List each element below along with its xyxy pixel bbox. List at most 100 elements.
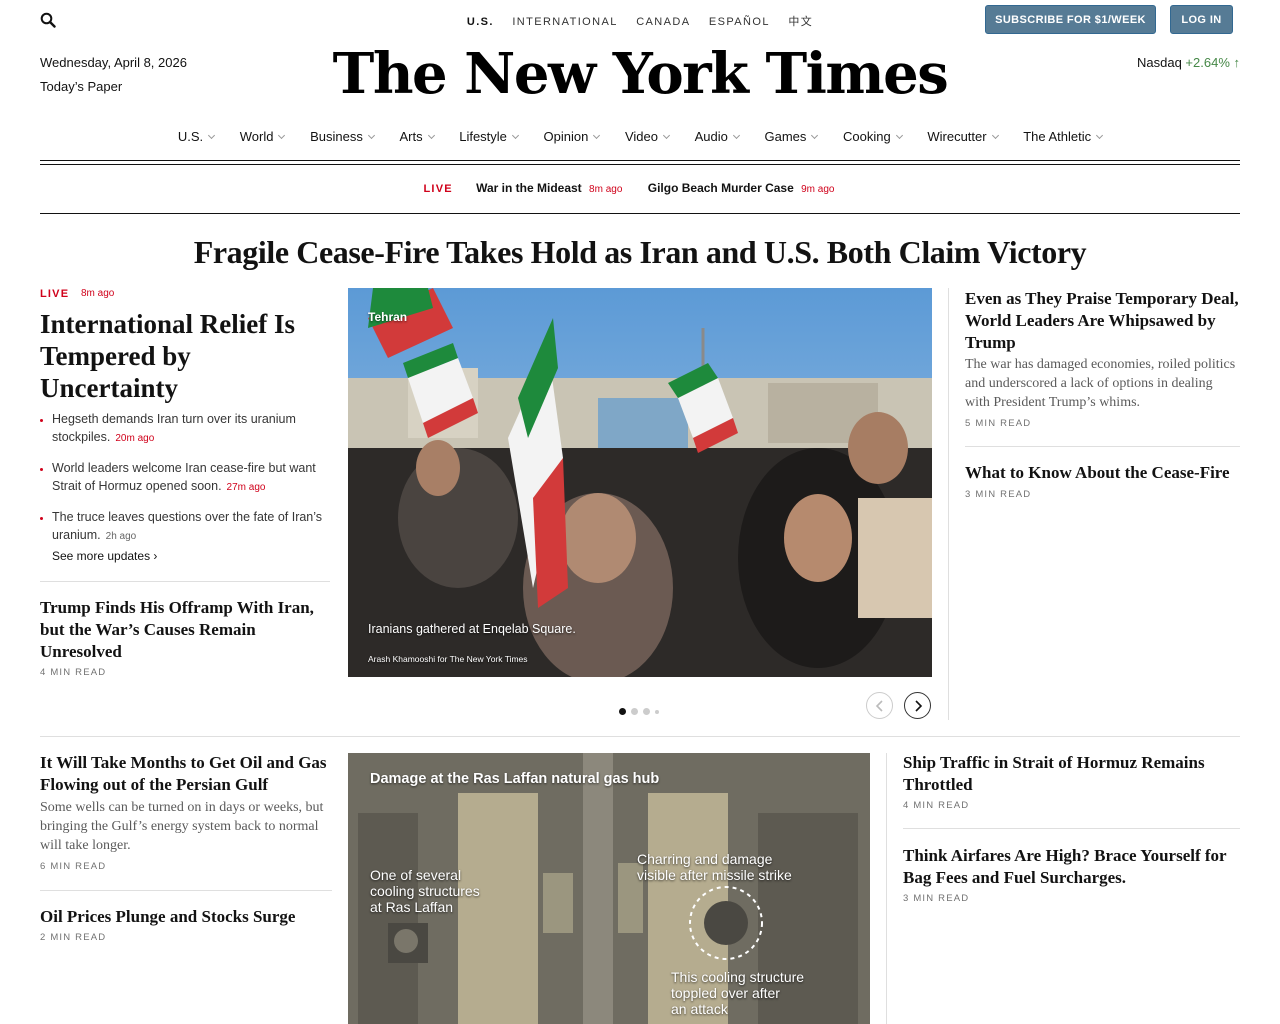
live-strip-item-mideast[interactable]: War in the Mideast — [476, 181, 582, 195]
carousel-pagination[interactable] — [619, 702, 664, 720]
edition-chinese[interactable]: 中文 — [788, 16, 813, 28]
nav-item-world[interactable]: World — [239, 129, 286, 144]
see-more-updates-link[interactable]: See more updates › — [52, 549, 157, 563]
masthead-logo[interactable]: The New York Times — [0, 36, 1280, 112]
chevron-down-icon — [427, 131, 435, 140]
story-headline[interactable]: What to Know About the Cease-Fire — [965, 462, 1240, 484]
chevron-down-icon — [895, 131, 903, 140]
section-nav: U.S. World Business Arts Lifestyle Opini… — [40, 129, 1240, 144]
nasdaq-change: +2.64% ↑ — [1185, 55, 1240, 70]
story-headline[interactable]: Ship Traffic in Strait of Hormuz Remains… — [903, 752, 1240, 796]
update-text: The truce leaves questions over the fate… — [52, 510, 323, 542]
nav-label: Opinion — [543, 129, 589, 144]
lead-photo[interactable] — [348, 288, 932, 677]
carousel-prev-button[interactable] — [866, 692, 893, 719]
login-button[interactable]: LOG IN — [1170, 5, 1233, 34]
live-update-item[interactable]: Hegseth demands Iran turn over its urani… — [40, 410, 330, 448]
edition-canada[interactable]: CANADA — [636, 16, 690, 28]
nav-label: Lifestyle — [459, 129, 507, 144]
live-strip-item-gilgo[interactable]: Gilgo Beach Murder Case — [648, 181, 794, 195]
chevron-down-icon — [811, 131, 819, 140]
read-time: 5 MIN READ — [965, 418, 1032, 429]
carousel-next-button[interactable] — [904, 692, 931, 719]
live-strip-ago: 8m ago — [589, 184, 623, 195]
photo-location-label: Tehran — [368, 310, 408, 324]
nav-label: U.S. — [177, 129, 204, 144]
story-headline[interactable]: Trump Finds His Offramp With Iran, but t… — [40, 597, 330, 663]
story-headline[interactable]: It Will Take Months to Get Oil and Gas F… — [40, 752, 332, 796]
nav-item-business[interactable]: Business — [310, 129, 375, 144]
divider — [903, 828, 1240, 829]
nav-item-cooking[interactable]: Cooking — [843, 129, 903, 144]
market-ticker[interactable]: Nasdaq +2.64% ↑ — [1137, 55, 1240, 70]
nav-label: Games — [764, 129, 807, 144]
nav-label: Cooking — [843, 129, 891, 144]
column-divider — [948, 288, 949, 720]
update-text: Hegseth demands Iran turn over its urani… — [52, 412, 296, 444]
nav-item-lifestyle[interactable]: Lifestyle — [459, 129, 519, 144]
story-headline[interactable]: Think Airfares Are High? Brace Yourself … — [903, 845, 1240, 889]
live-updates-list: Hegseth demands Iran turn over its urani… — [40, 410, 330, 557]
chevron-down-icon — [593, 131, 601, 140]
read-time: 3 MIN READ — [965, 489, 1032, 500]
live-timestamp: 8m ago — [81, 288, 115, 299]
nav-label: Video — [624, 129, 658, 144]
diagram-label: Charring and damage visible after missil… — [637, 851, 792, 883]
chevron-down-icon — [732, 131, 740, 140]
label-line: Charring and damage — [637, 851, 773, 867]
lead-story-headline[interactable]: International Relief Is Tempered by Unce… — [40, 308, 330, 404]
nasdaq-label: Nasdaq — [1136, 55, 1182, 70]
nav-label: Arts — [399, 129, 423, 144]
nav-label: World — [239, 129, 274, 144]
satellite-image[interactable]: Damage at the Ras Laffan natural gas hub… — [348, 753, 870, 1024]
subscribe-button[interactable]: SUBSCRIBE FOR $1/WEEK — [985, 5, 1156, 34]
nav-item-wirecutter[interactable]: Wirecutter — [927, 129, 999, 144]
edition-us[interactable]: U.S. — [467, 16, 494, 28]
label-line: at Ras Laffan — [370, 899, 454, 915]
story-headline[interactable]: Even as They Praise Temporary Deal, Worl… — [965, 288, 1240, 354]
chevron-down-icon — [278, 131, 286, 140]
photo-credit: Arash Khamooshi for The New York Times — [368, 654, 528, 664]
edition-espanol[interactable]: ESPAÑOL — [709, 16, 770, 28]
live-update-item[interactable]: World leaders welcome Iran cease-fire bu… — [40, 459, 330, 497]
nav-item-video[interactable]: Video — [624, 129, 671, 144]
chevron-down-icon — [208, 131, 216, 140]
chevron-left-icon — [875, 700, 883, 712]
live-strip-ago: 9m ago — [801, 184, 835, 195]
chevron-down-icon — [367, 131, 375, 140]
label-line: One of several — [370, 867, 462, 883]
read-time: 4 MIN READ — [903, 800, 970, 811]
live-badge: LIVE — [40, 288, 70, 300]
edition-international[interactable]: INTERNATIONAL — [512, 16, 617, 28]
nav-label: Wirecutter — [927, 129, 987, 144]
nav-divider — [40, 160, 1240, 161]
main-headline[interactable]: Fragile Cease-Fire Takes Hold as Iran an… — [0, 234, 1280, 271]
nav-item-audio[interactable]: Audio — [695, 129, 740, 144]
carousel-dot[interactable] — [655, 710, 659, 714]
chevron-down-icon — [511, 131, 519, 140]
read-time: 4 MIN READ — [40, 667, 107, 678]
story-summary: The war has damaged economies, roiled po… — [965, 357, 1236, 410]
update-timestamp: 27m ago — [226, 482, 266, 493]
read-time: 6 MIN READ — [40, 861, 107, 872]
live-update-item[interactable]: The truce leaves questions over the fate… — [40, 508, 330, 546]
nav-item-games[interactable]: Games — [764, 129, 819, 144]
column-divider — [886, 753, 887, 1024]
carousel-dot[interactable] — [643, 708, 650, 715]
story-headline[interactable]: Oil Prices Plunge and Stocks Surge — [40, 906, 332, 928]
label-line: an attack — [671, 1001, 728, 1017]
chevron-right-icon — [914, 700, 922, 712]
live-label: LIVE — [423, 183, 453, 195]
carousel-dot[interactable] — [631, 708, 638, 715]
nav-item-the-athletic[interactable]: The Athletic — [1023, 129, 1104, 144]
photo-caption: Iranians gathered at Enqelab Square. — [368, 622, 576, 636]
nav-item-arts[interactable]: Arts — [399, 129, 435, 144]
diagram-label: One of several cooling structures at Ras… — [370, 867, 480, 915]
nav-item-us[interactable]: U.S. — [177, 129, 216, 144]
nav-label: Business — [310, 129, 363, 144]
nav-item-opinion[interactable]: Opinion — [543, 129, 601, 144]
carousel-dot[interactable] — [619, 708, 626, 715]
divider — [965, 446, 1240, 447]
label-line: visible after missile strike — [637, 867, 792, 883]
chevron-down-icon — [1096, 131, 1104, 140]
